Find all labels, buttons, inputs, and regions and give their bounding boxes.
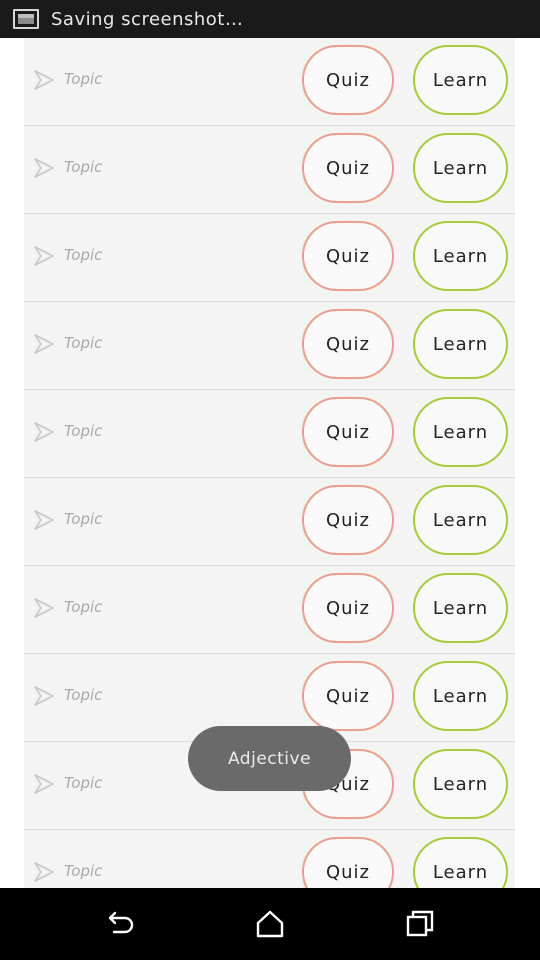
learn-button[interactable]: Learn xyxy=(413,309,508,379)
quiz-button[interactable]: Quiz xyxy=(302,309,394,379)
list-item[interactable]: Topic Quiz Learn xyxy=(24,38,515,126)
topic-label: Topic xyxy=(64,862,103,880)
quiz-button[interactable]: Quiz xyxy=(302,485,394,555)
learn-button[interactable]: Learn xyxy=(413,749,508,819)
chevron-right-icon xyxy=(34,598,54,618)
chevron-right-icon xyxy=(34,334,54,354)
list-item[interactable]: Topic Quiz Learn xyxy=(24,830,515,888)
learn-button[interactable]: Learn xyxy=(413,221,508,291)
list-item[interactable]: Topic Quiz Learn xyxy=(24,478,515,566)
topic-label: Topic xyxy=(64,510,103,528)
topic-label: Topic xyxy=(64,70,103,88)
status-bar: Saving screenshot… xyxy=(0,0,540,38)
list-item[interactable]: Topic Quiz Learn xyxy=(24,214,515,302)
quiz-button[interactable]: Quiz xyxy=(302,661,394,731)
back-icon[interactable] xyxy=(102,906,138,942)
chevron-right-icon xyxy=(34,422,54,442)
topic-label: Topic xyxy=(64,246,103,264)
screenshot-icon xyxy=(13,9,39,29)
toast-message: Adjective xyxy=(188,726,351,791)
chevron-right-icon xyxy=(34,510,54,530)
home-icon[interactable] xyxy=(252,906,288,942)
quiz-button[interactable]: Quiz xyxy=(302,573,394,643)
quiz-button[interactable]: Quiz xyxy=(302,837,394,888)
list-item[interactable]: Topic Quiz Learn xyxy=(24,390,515,478)
quiz-button[interactable]: Quiz xyxy=(302,133,394,203)
navigation-bar xyxy=(0,888,540,960)
topic-label: Topic xyxy=(64,686,103,704)
chevron-right-icon xyxy=(34,70,54,90)
topic-label: Topic xyxy=(64,334,103,352)
learn-button[interactable]: Learn xyxy=(413,573,508,643)
chevron-right-icon xyxy=(34,862,54,882)
topic-label: Topic xyxy=(64,422,103,440)
list-item[interactable]: Topic Quiz Learn xyxy=(24,126,515,214)
topic-label: Topic xyxy=(64,158,103,176)
chevron-right-icon xyxy=(34,158,54,178)
quiz-button[interactable]: Quiz xyxy=(302,221,394,291)
chevron-right-icon xyxy=(34,686,54,706)
quiz-button[interactable]: Quiz xyxy=(302,397,394,467)
learn-button[interactable]: Learn xyxy=(413,397,508,467)
list-item[interactable]: Topic Quiz Learn xyxy=(24,566,515,654)
learn-button[interactable]: Learn xyxy=(413,837,508,888)
learn-button[interactable]: Learn xyxy=(413,45,508,115)
topic-label: Topic xyxy=(64,598,103,616)
learn-button[interactable]: Learn xyxy=(413,661,508,731)
learn-button[interactable]: Learn xyxy=(413,485,508,555)
recents-icon[interactable] xyxy=(402,906,438,942)
chevron-right-icon xyxy=(34,246,54,266)
list-item[interactable]: Topic Quiz Learn xyxy=(24,302,515,390)
status-text: Saving screenshot… xyxy=(51,8,244,30)
quiz-button[interactable]: Quiz xyxy=(302,45,394,115)
topic-label: Topic xyxy=(64,774,103,792)
learn-button[interactable]: Learn xyxy=(413,133,508,203)
chevron-right-icon xyxy=(34,774,54,794)
